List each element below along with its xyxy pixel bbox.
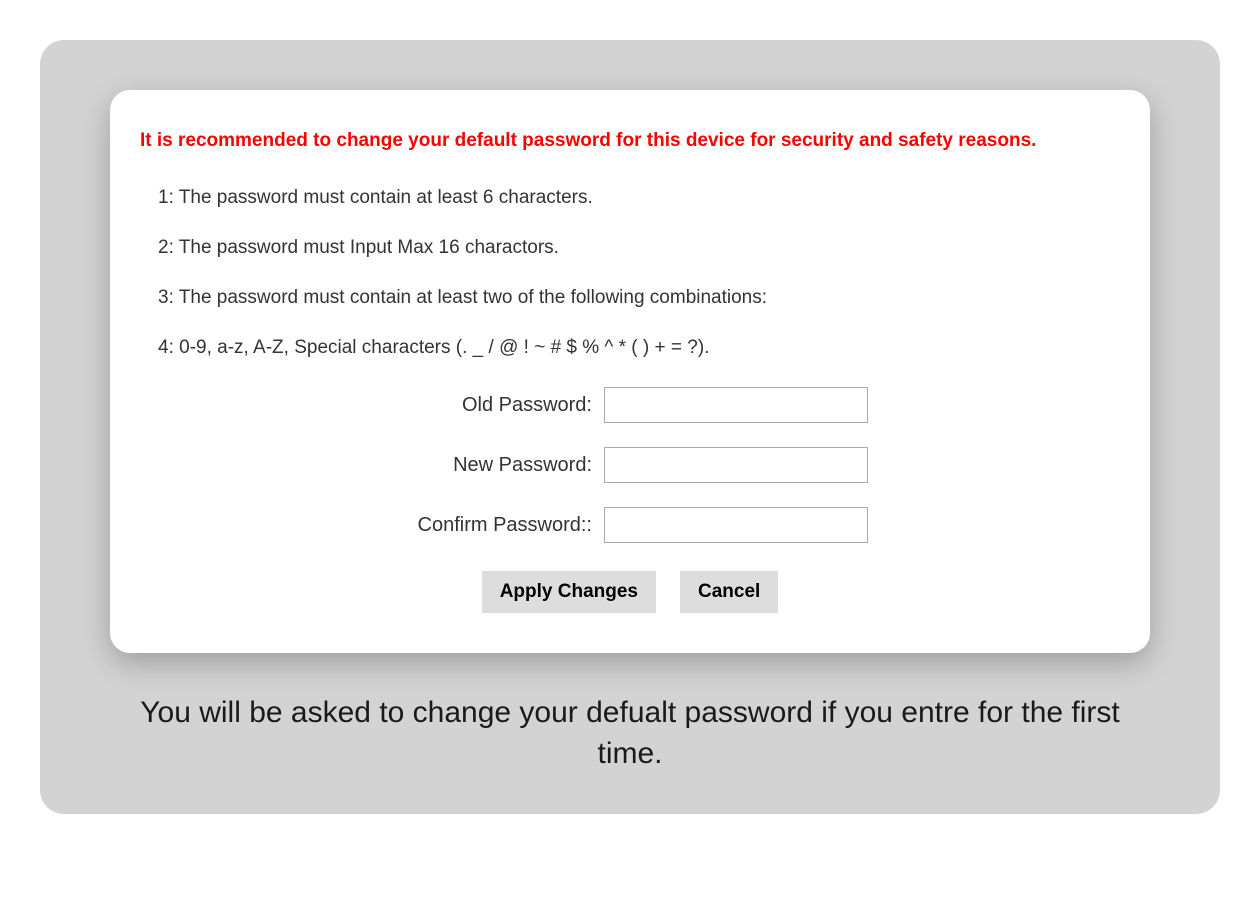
button-row: Apply Changes Cancel bbox=[482, 571, 779, 613]
rule-2: 2: The password must Input Max 16 charac… bbox=[158, 237, 1120, 259]
confirm-password-input[interactable] bbox=[604, 507, 868, 543]
rule-4: 4: 0-9, a-z, A-Z, Special characters (. … bbox=[158, 337, 1120, 359]
password-change-dialog: It is recommended to change your default… bbox=[110, 90, 1150, 653]
rule-3: 3: The password must contain at least tw… bbox=[158, 287, 1120, 309]
outer-panel: It is recommended to change your default… bbox=[40, 40, 1220, 814]
confirm-password-row: Confirm Password:: bbox=[392, 507, 868, 543]
caption-text: You will be asked to change your defualt… bbox=[110, 693, 1150, 774]
apply-changes-button[interactable]: Apply Changes bbox=[482, 571, 656, 613]
old-password-row: Old Password: bbox=[392, 387, 868, 423]
old-password-label: Old Password: bbox=[392, 394, 592, 417]
new-password-row: New Password: bbox=[392, 447, 868, 483]
security-warning: It is recommended to change your default… bbox=[140, 130, 1120, 152]
old-password-input[interactable] bbox=[604, 387, 868, 423]
password-rules: 1: The password must contain at least 6 … bbox=[140, 187, 1120, 359]
new-password-input[interactable] bbox=[604, 447, 868, 483]
new-password-label: New Password: bbox=[392, 454, 592, 477]
rule-1: 1: The password must contain at least 6 … bbox=[158, 187, 1120, 209]
password-form: Old Password: New Password: Confirm Pass… bbox=[140, 387, 1120, 613]
cancel-button[interactable]: Cancel bbox=[680, 571, 778, 613]
confirm-password-label: Confirm Password:: bbox=[392, 514, 592, 537]
